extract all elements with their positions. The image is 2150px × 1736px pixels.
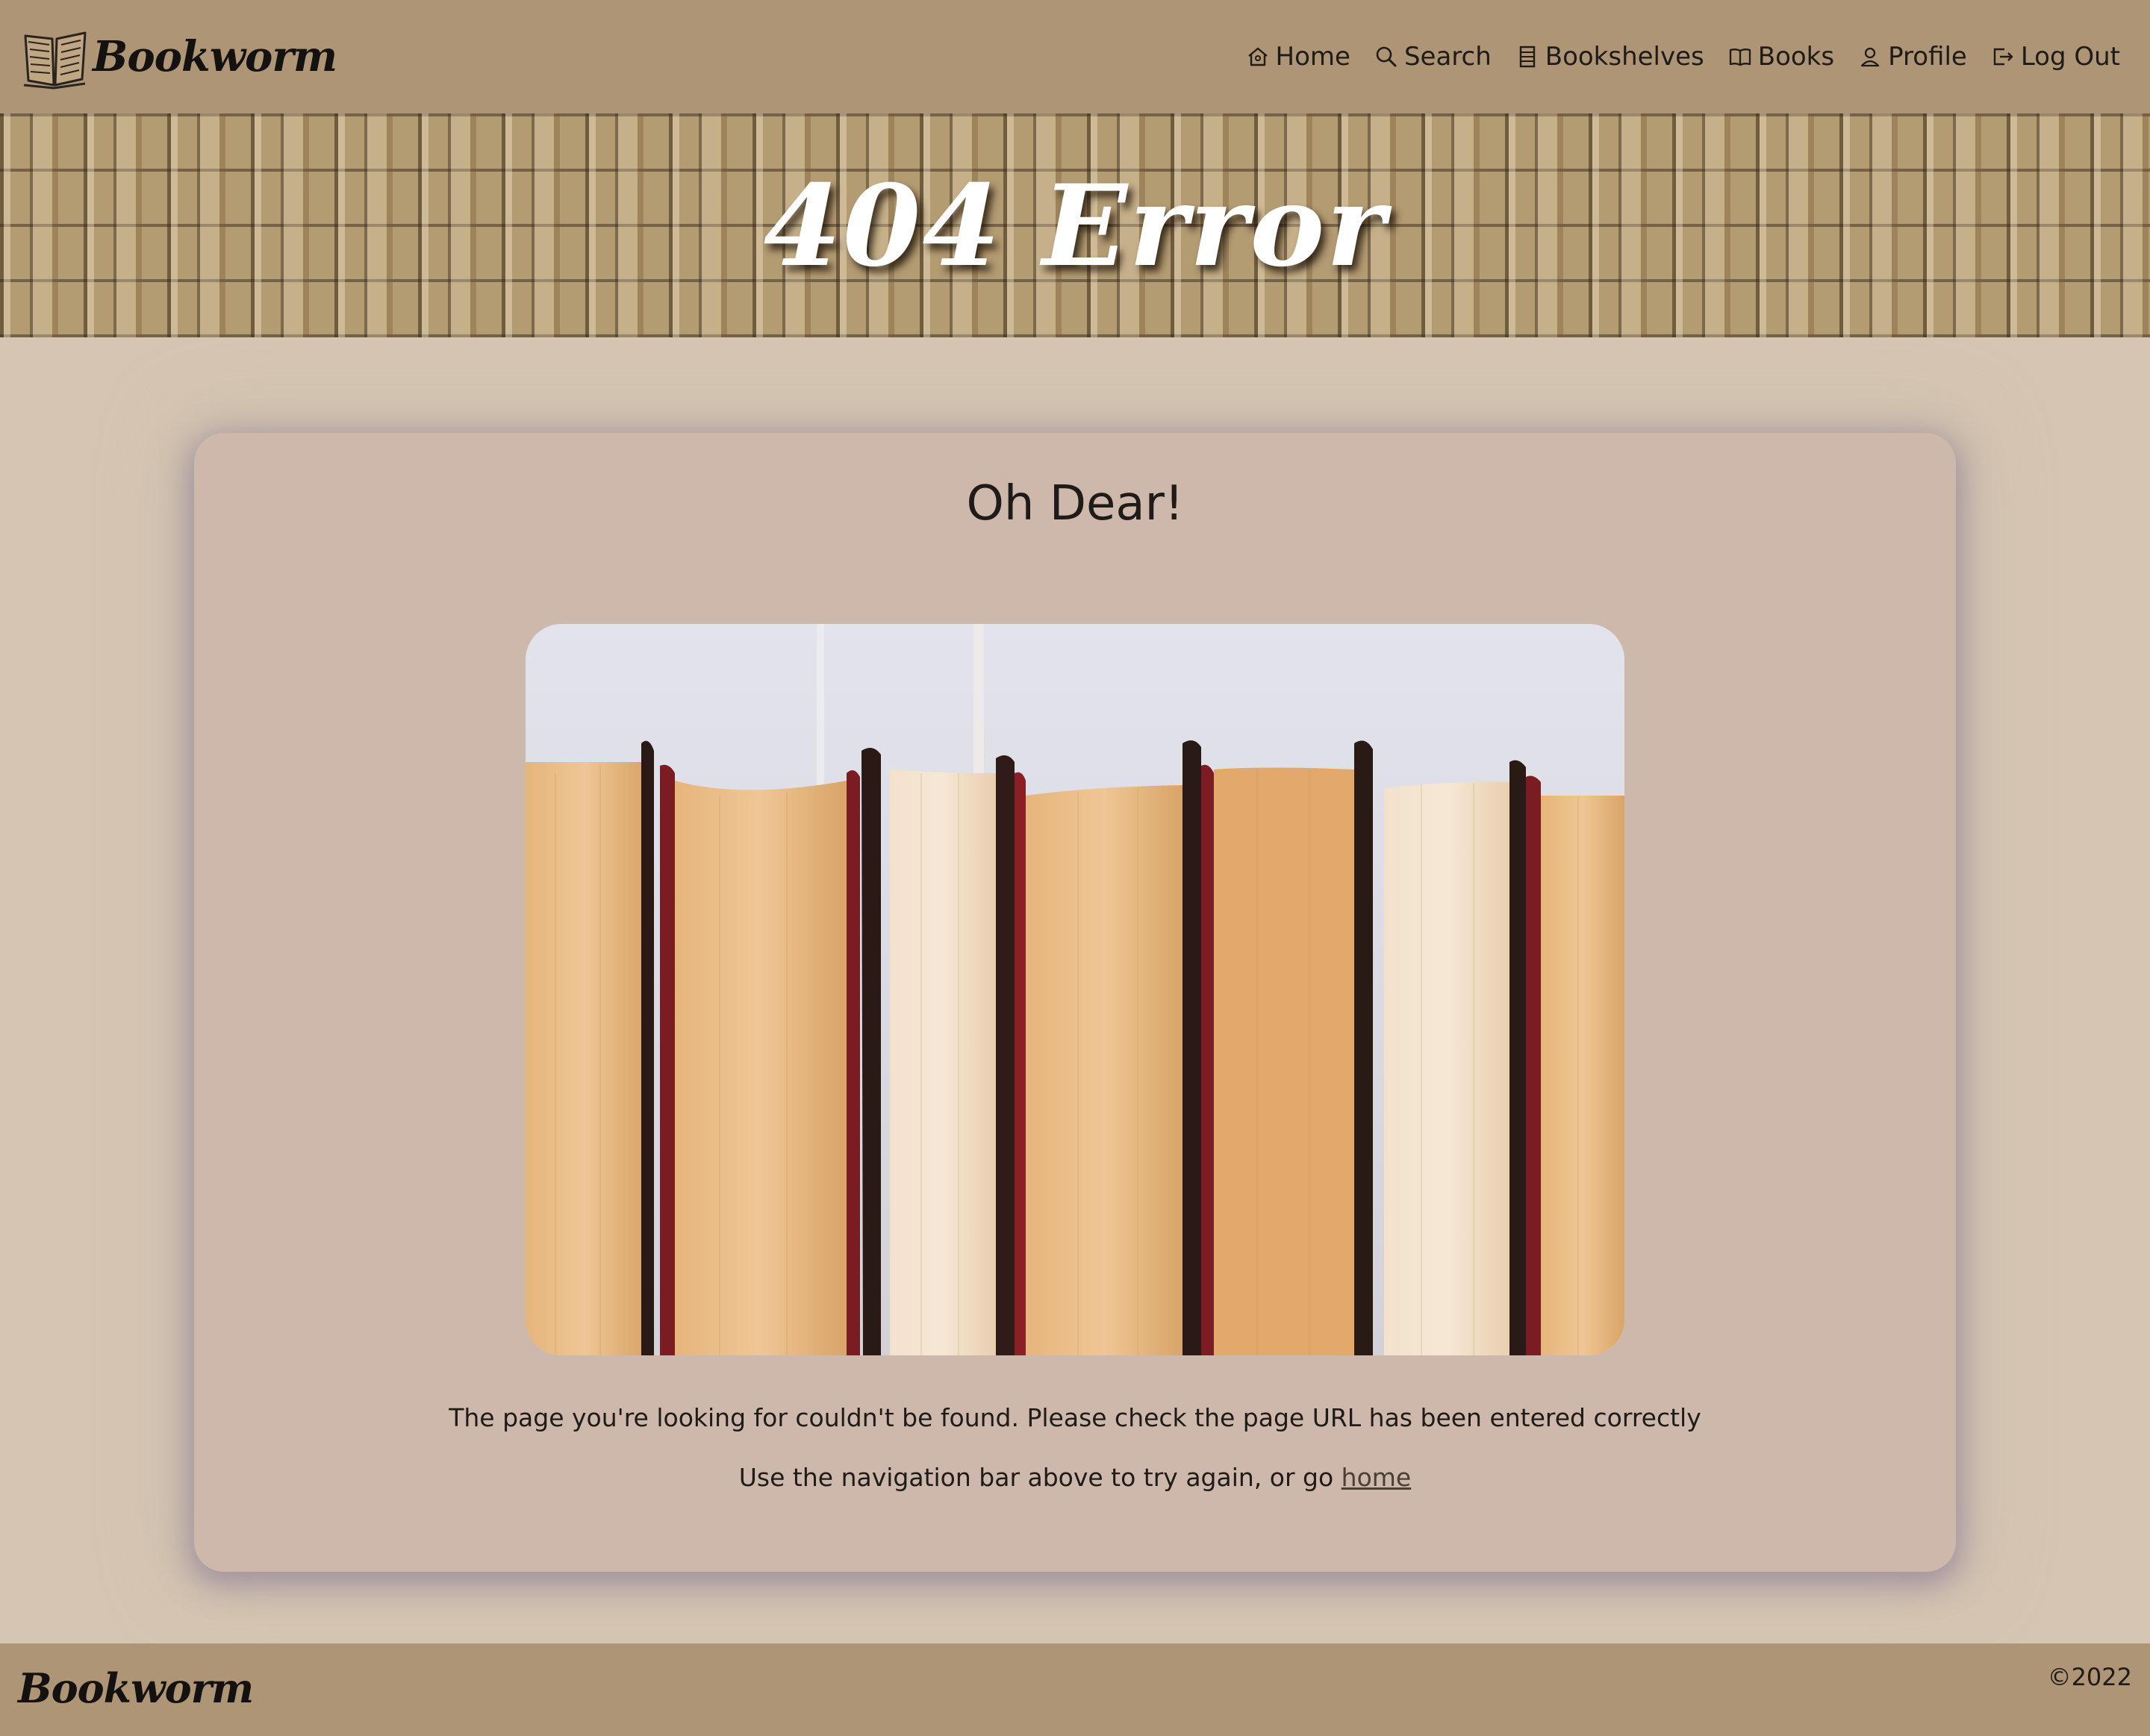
help-text: Use the navigation bar above to try agai… (194, 1463, 1956, 1492)
help-text-prefix: Use the navigation bar above to try agai… (738, 1463, 1342, 1492)
error-heading: Oh Dear! (966, 476, 1184, 531)
hero-banner: 404 Error (0, 113, 2150, 337)
nav-search[interactable]: Search (1374, 42, 1492, 72)
nav-search-label: Search (1403, 42, 1492, 72)
hero-title: 404 Error (763, 160, 1387, 292)
nav-logout-label: Log Out (2020, 42, 2120, 72)
footer-brand[interactable]: Bookworm (18, 1664, 254, 1712)
brand-name: Bookworm (93, 32, 337, 81)
nav-books-label: Books (1757, 42, 1835, 72)
user-icon (1860, 47, 1880, 67)
main-nav: Home Search Bookshelves Books Profile Lo… (1246, 36, 2120, 78)
nav-home[interactable]: Home (1246, 42, 1350, 72)
footer: Bookworm ©2022 (0, 1643, 2150, 1736)
top-navbar: Bookworm Home Search Bookshelves Books P… (0, 0, 2150, 113)
home-icon (1247, 47, 1268, 66)
copyright-text: ©2022 (2047, 1663, 2132, 1691)
books-image (526, 624, 1624, 1355)
nav-profile-label: Profile (1888, 42, 1967, 72)
nav-bookshelves[interactable]: Bookshelves (1515, 42, 1704, 72)
nav-home-label: Home (1275, 42, 1350, 72)
error-message: The page you're looking for couldn't be … (449, 1403, 1701, 1432)
nav-books[interactable]: Books (1728, 42, 1834, 72)
search-icon (1376, 46, 1397, 67)
open-book-icon (23, 31, 87, 90)
brand-logo[interactable]: Bookworm (21, 22, 337, 91)
book-icon (1729, 49, 1751, 66)
nav-bookshelves-label: Bookshelves (1545, 42, 1704, 72)
logout-icon (1993, 48, 2013, 66)
error-card: Oh Dear! The page you're looking for cou… (194, 433, 1956, 1572)
nav-logout[interactable]: Log Out (1991, 42, 2120, 72)
bookshelf-icon (1519, 46, 1535, 68)
home-link[interactable]: home (1342, 1463, 1412, 1492)
nav-profile[interactable]: Profile (1858, 42, 1967, 72)
